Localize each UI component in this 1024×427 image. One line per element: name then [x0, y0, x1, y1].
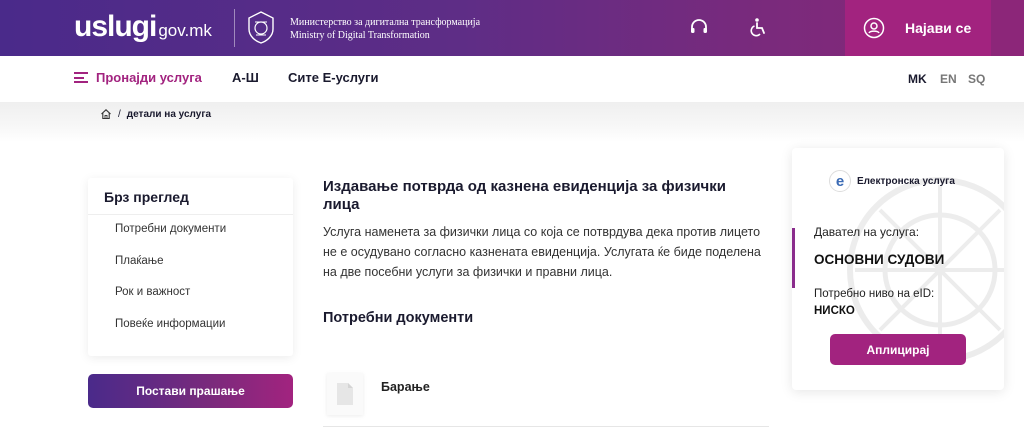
- eid-level-value: НИСКО: [814, 305, 855, 317]
- card-accent-bar: [792, 228, 795, 288]
- document-name: Барање: [381, 380, 430, 394]
- quick-overview-panel: Брз преглед Потребни документи Плаќање Р…: [88, 178, 293, 356]
- service-info-card: e Електронска услуга Давател на услуга: …: [792, 148, 1004, 390]
- eid-level-label: Потребно ниво на eID:: [814, 288, 935, 300]
- ask-question-button[interactable]: Постави прашање: [88, 374, 293, 408]
- document-icon-box: [327, 373, 363, 415]
- main-nav: Пронајди услуга А-Ш Сите Е-услуги MK EN …: [0, 56, 1024, 102]
- hamburger-icon: [74, 72, 88, 83]
- header-end: [991, 0, 1024, 56]
- ministry-name-mk: Министерство за дигитална трансформација: [290, 17, 481, 28]
- document-icon: [337, 383, 353, 405]
- breadcrumb: / детали на услуга: [100, 108, 211, 120]
- e-service-icon: e: [829, 170, 851, 192]
- quick-overview-title: Брз преглед: [104, 189, 189, 205]
- provider-value: ОСНОВНИ СУДОВИ: [814, 252, 945, 267]
- service-description: Услуга наменета за физички лица со која …: [323, 225, 761, 279]
- accessibility-icon[interactable]: [747, 16, 769, 38]
- home-icon[interactable]: [100, 108, 112, 120]
- ministry-name-en: Ministry of Digital Transformation: [290, 30, 430, 41]
- login-button[interactable]: Најави се: [845, 0, 991, 56]
- breadcrumb-separator: /: [118, 108, 121, 120]
- top-header: uslugi gov.mk Министерство за дигитална …: [0, 0, 1024, 56]
- lang-mk[interactable]: MK: [908, 72, 927, 86]
- lang-sq[interactable]: SQ: [968, 72, 985, 86]
- overview-link-more-info[interactable]: Повеќе информации: [115, 318, 225, 330]
- user-icon: [863, 17, 885, 39]
- login-label: Најави се: [905, 20, 972, 36]
- site-logo[interactable]: uslugi gov.mk: [74, 12, 212, 46]
- document-item[interactable]: Барање: [323, 368, 769, 427]
- ministry-name: Министерство за дигитална трансформација…: [290, 16, 480, 42]
- service-title: Издавање потврда од казнена евиденција з…: [323, 178, 726, 213]
- headset-icon[interactable]: [688, 16, 710, 38]
- overview-link-deadline[interactable]: Рок и важност: [115, 286, 190, 298]
- electronic-service-badge: e Електронска услуга: [829, 170, 955, 192]
- nav-find-service-label: Пронајди услуга: [96, 70, 202, 85]
- nav-a-z[interactable]: А-Ш: [232, 70, 259, 85]
- breadcrumb-current: детали на услуга: [126, 108, 212, 120]
- logo-sub: gov.mk: [158, 21, 212, 40]
- required-documents-heading: Потребни документи: [323, 310, 474, 326]
- overview-link-documents[interactable]: Потребни документи: [115, 223, 226, 235]
- overview-link-payment[interactable]: Плаќање: [115, 255, 164, 267]
- lang-en[interactable]: EN: [940, 72, 957, 86]
- breadcrumb-strip: / детали на услуга: [0, 102, 1024, 142]
- header-divider: [234, 9, 235, 47]
- electronic-service-label: Електронска услуга: [857, 175, 955, 187]
- logo-main: uslugi: [74, 10, 157, 43]
- nav-e-services[interactable]: Сите Е-услуги: [288, 70, 378, 85]
- provider-label: Давател на услуга:: [814, 225, 920, 239]
- nav-find-service[interactable]: Пронајди услуга: [74, 70, 202, 85]
- coat-of-arms-icon: [248, 11, 274, 44]
- apply-button[interactable]: Аплицирај: [830, 334, 966, 365]
- quick-overview-divider: [88, 214, 293, 215]
